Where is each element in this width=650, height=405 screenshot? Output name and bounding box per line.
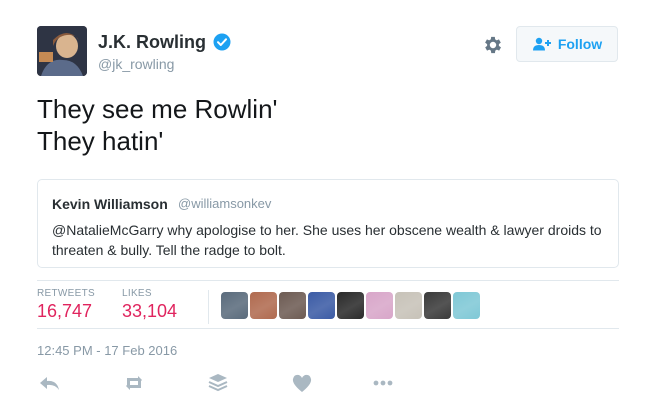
tweet-timestamp[interactable]: 12:45 PM - 17 Feb 2016 [37,343,177,358]
liker-avatar-1[interactable] [221,292,248,319]
liker-avatar-9[interactable] [453,292,480,319]
more-icon[interactable] [370,372,396,394]
likes-count: 33,104 [122,301,178,321]
author-name[interactable]: J.K. Rowling [98,32,206,53]
gear-icon[interactable] [482,34,504,56]
quoted-tweet-author-handle: @williamsonkev [178,196,272,211]
liker-avatar-2[interactable] [250,292,277,319]
tweet-line-2: They hatin' [37,126,164,156]
liker-avatar-8[interactable] [424,292,451,319]
stats-top-divider [37,280,619,281]
author-handle[interactable]: @jk_rowling [98,56,174,72]
stats-bottom-divider [37,328,619,329]
stats-separator [208,290,209,324]
verified-badge-icon [213,33,231,51]
quoted-tweet[interactable]: Kevin Williamson @williamsonkev @Natalie… [37,179,619,268]
follow-person-icon [532,37,551,51]
quoted-tweet-author-name: Kevin Williamson [52,196,168,212]
retweets-count: 16,747 [37,301,93,321]
heart-icon[interactable] [289,372,315,394]
likes-stat[interactable]: LIKES 33,104 [122,288,177,322]
liker-avatars [221,292,480,319]
retweets-label: RETWEETS [37,288,95,299]
liker-avatar-6[interactable] [366,292,393,319]
retweet-icon[interactable] [121,372,147,394]
retweets-stat[interactable]: RETWEETS 16,747 [37,288,95,322]
liker-avatar-7[interactable] [395,292,422,319]
tweet-text: They see me Rowlin' They hatin' [37,93,278,157]
tweet-line-1: They see me Rowlin' [37,94,278,124]
liker-avatar-5[interactable] [337,292,364,319]
liker-avatar-3[interactable] [279,292,306,319]
reply-icon[interactable] [37,372,63,394]
follow-button-label: Follow [557,36,603,52]
follow-button[interactable]: Follow [516,26,618,62]
likes-label: LIKES [122,288,152,299]
quoted-tweet-text: @NatalieMcGarry why apologise to her. Sh… [52,222,602,258]
author-avatar[interactable] [37,26,87,76]
stack-icon[interactable] [205,372,231,394]
liker-avatar-4[interactable] [308,292,335,319]
